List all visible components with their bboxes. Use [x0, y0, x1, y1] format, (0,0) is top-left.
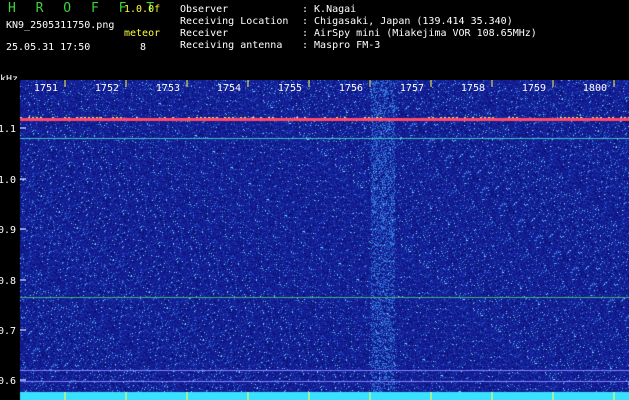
spectrogram-overlay: 1751 1752 1753 1754 1755 1756 1757 1758 1759 1800… — [0, 80, 615, 400]
receiver-label: Receiver — [180, 28, 229, 39]
x-tick-label: 1752 — [95, 83, 119, 94]
x-tick-label: 1754 — [217, 83, 241, 94]
observer-label: Observer — [180, 4, 229, 15]
capture-datetime: 25.05.31 17:50 — [6, 42, 91, 53]
y-tick-label: 0.6 — [0, 376, 16, 387]
meteor-label: meteor — [124, 28, 161, 39]
x-tick-label: 1757 — [400, 83, 424, 94]
y-tick-label: 1.1 — [0, 124, 16, 135]
observer-value: : K.Nagai — [302, 4, 357, 15]
location-label: Receiving Location — [180, 16, 289, 27]
x-tick-label: 1758 — [461, 83, 485, 94]
y-tick-label: 0.8 — [0, 276, 16, 287]
x-tick-label: 1751 — [34, 83, 58, 94]
receiver-value: : AirSpy mini (Miakejima VOR 108.65MHz) — [302, 28, 537, 39]
y-tick-label: 1.0 — [0, 175, 16, 186]
file-name: KN9_2505311750.png — [6, 20, 115, 31]
header-panel: H R O F F T 1.0.0f KN9_2505311750.png me… — [0, 0, 629, 78]
meteor-count: 8 — [140, 42, 147, 53]
x-tick-label: 1755 — [278, 83, 302, 94]
antenna-label: Receiving antenna — [180, 40, 283, 51]
x-tick-label: 1759 — [522, 83, 546, 94]
y-tick-label: 0.9 — [0, 225, 16, 236]
x-tick-label: 1756 — [339, 83, 363, 94]
y-tick-label: 0.7 — [0, 326, 16, 337]
x-tick-label: 1753 — [156, 83, 180, 94]
antenna-value: : Maspro FM-3 — [302, 40, 381, 51]
location-value: : Chigasaki, Japan (139.414 35.340) — [302, 16, 513, 27]
x-tick-label: 1800 — [583, 83, 607, 94]
app-version: 1.0.0f — [124, 4, 161, 15]
